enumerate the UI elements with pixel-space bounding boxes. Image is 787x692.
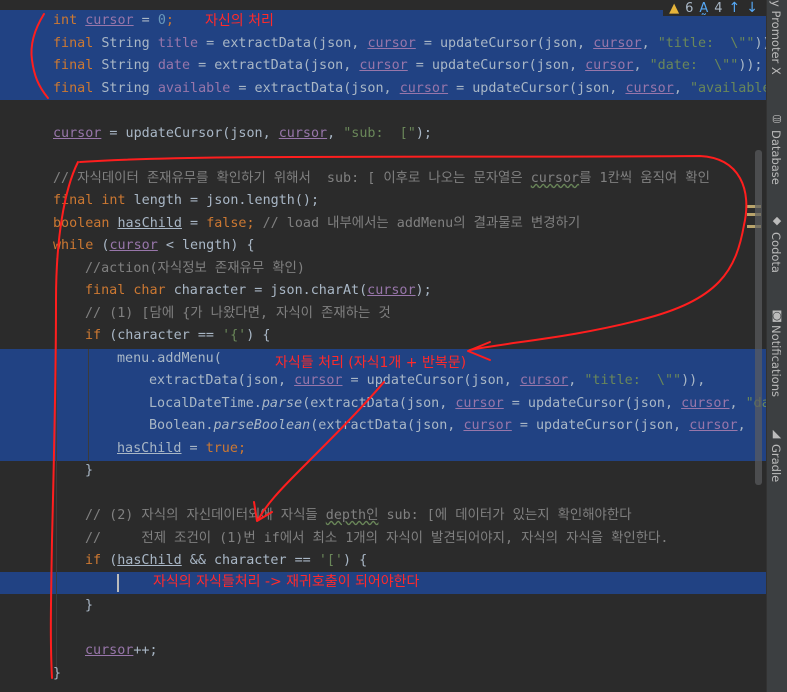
recursion-arrow <box>257 381 385 521</box>
annotation-self-processing: 자신의 처리 <box>205 13 274 29</box>
codota-tool-tab[interactable]: Codota <box>769 232 783 273</box>
tool-window-strip: y Promoter X ⛁ Database ◆ Codota ◙ Notif… <box>766 0 787 692</box>
annotation-grandchildren-processing: 자식의 자식들처리 -> 재귀호출이 되어야한다 <box>153 574 420 590</box>
bell-icon: ◙ <box>771 309 783 322</box>
annotation-children-processing: 자식들 처리 (자식1개 + 반복문) <box>275 355 467 371</box>
bracket-self <box>30 13 49 99</box>
database-icon: ⛁ <box>772 113 782 126</box>
codota-icon: ◆ <box>772 214 782 227</box>
notifications-tool-tab[interactable]: Notifications <box>769 325 783 397</box>
elephant-icon: ◣ <box>772 427 782 440</box>
loop-arrowhead <box>467 341 491 361</box>
loop-outline <box>79 155 748 351</box>
left-brace <box>49 161 79 679</box>
database-tool-tab[interactable]: Database <box>769 130 783 185</box>
promoter-tool-tab[interactable]: y Promoter X <box>769 0 783 75</box>
gradle-tool-tab[interactable]: Gradle <box>769 444 783 482</box>
